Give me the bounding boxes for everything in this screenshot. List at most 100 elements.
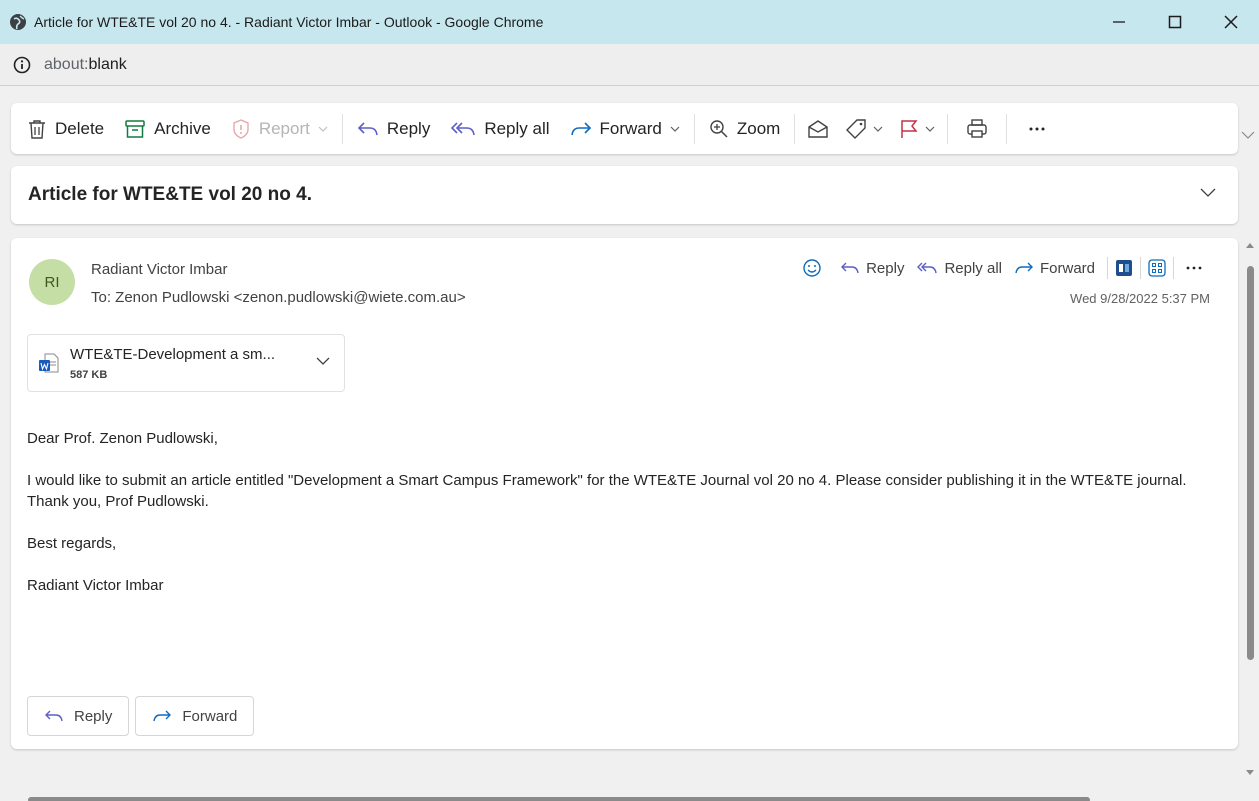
- body-paragraph: I would like to submit an article entitl…: [27, 472, 1187, 510]
- reply-icon: [841, 262, 859, 274]
- horizontal-scroll-thumb[interactable]: [28, 797, 1090, 801]
- body-closing: Best regards,: [27, 535, 117, 552]
- recipient-line[interactable]: To: Zenon Pudlowski <zenon.pudlowski@wie…: [91, 289, 466, 306]
- toolbar-divider: [794, 113, 796, 144]
- avatar[interactable]: RI: [29, 259, 75, 305]
- zoom-label: Zoom: [736, 118, 781, 138]
- more-horizontal-icon: [1186, 266, 1202, 270]
- reply-all-label: Reply all: [484, 118, 550, 138]
- archive-icon: [125, 119, 145, 138]
- attachment-name: WTE&TE-Development a sm...: [70, 346, 276, 363]
- sender-name[interactable]: Radiant Victor Imbar: [91, 261, 227, 278]
- minimize-button[interactable]: [1091, 0, 1147, 44]
- forward-label: Forward: [599, 118, 662, 138]
- more-horizontal-icon: [1029, 127, 1045, 130]
- forward-icon: [153, 710, 172, 722]
- report-button[interactable]: Report: [221, 111, 338, 147]
- tag-icon: [846, 118, 867, 139]
- trash-icon: [29, 119, 45, 139]
- message-card: RI Radiant Victor Imbar To: Zenon Pudlow…: [11, 238, 1238, 749]
- subject-header: Article for WTE&TE vol 20 no 4.: [11, 166, 1238, 224]
- scroll-down-arrow-icon[interactable]: [1246, 770, 1254, 776]
- chevron-down-icon: [318, 126, 328, 132]
- reply-all-icon: [451, 121, 476, 135]
- reply-all-icon: [917, 262, 938, 274]
- envelope-open-icon: [808, 119, 829, 138]
- footer-forward-button[interactable]: Forward: [135, 696, 255, 736]
- vertical-scrollbar[interactable]: [1245, 238, 1255, 778]
- footer-actions: Reply Forward: [27, 696, 260, 736]
- vertical-scroll-thumb[interactable]: [1247, 266, 1254, 660]
- message-actions: Reply Reply all Forward: [796, 254, 1214, 282]
- chevron-down-icon: [925, 126, 935, 132]
- attachment-card[interactable]: WTE&TE-Development a sm... 587 KB: [27, 334, 345, 392]
- chevron-down-icon[interactable]: [1241, 130, 1255, 140]
- forward-button[interactable]: Forward: [560, 111, 690, 147]
- zoom-button[interactable]: Zoom: [699, 111, 790, 147]
- subject-title: Article for WTE&TE vol 20 no 4.: [28, 184, 312, 205]
- toolbar-divider: [1006, 113, 1008, 144]
- addin-app-button[interactable]: [1114, 258, 1134, 278]
- toolbar-divider: [693, 113, 695, 144]
- message-date: Wed 9/28/2022 5:37 PM: [1070, 291, 1210, 306]
- scroll-up-arrow-icon[interactable]: [1246, 242, 1254, 248]
- url-text[interactable]: about:blank: [44, 56, 127, 74]
- chevron-down-icon[interactable]: [316, 357, 330, 366]
- chevron-down-icon: [670, 126, 680, 132]
- reply-button[interactable]: Reply: [347, 111, 440, 147]
- toolbar-divider: [341, 113, 343, 144]
- zoom-in-icon: [710, 119, 728, 138]
- footer-reply-label: Reply: [74, 707, 113, 725]
- shield-warning-icon: [233, 118, 249, 139]
- browser-title-bar: Article for WTE&TE vol 20 no 4. - Radian…: [0, 0, 1259, 44]
- window-title: Article for WTE&TE vol 20 no 4. - Radian…: [34, 14, 544, 30]
- reply-icon: [45, 710, 63, 722]
- word-document-icon: [39, 353, 59, 373]
- flag-icon: [901, 119, 918, 138]
- message-reply-button[interactable]: Reply: [834, 260, 910, 277]
- smiley-icon: [803, 259, 821, 277]
- chevron-down-icon[interactable]: [1200, 188, 1216, 198]
- address-bar[interactable]: about:blank: [0, 44, 1259, 86]
- chevron-down-icon: [873, 126, 883, 132]
- message-reply-label: Reply: [866, 259, 905, 277]
- reply-all-button[interactable]: Reply all: [440, 111, 559, 147]
- attachment-size: 587 KB: [70, 369, 108, 381]
- addin-app-icon: [1116, 260, 1132, 276]
- globe-icon: [8, 12, 28, 32]
- react-button[interactable]: [796, 258, 834, 278]
- horizontal-scrollbar[interactable]: [0, 790, 1259, 801]
- categorize-button[interactable]: [837, 111, 891, 147]
- close-window-button[interactable]: [1203, 0, 1259, 44]
- message-body: Dear Prof. Zenon Pudlowski, I would like…: [27, 428, 1227, 617]
- actions-divider: [1173, 257, 1174, 279]
- reply-label: Reply: [386, 118, 431, 138]
- body-signature: Radiant Victor Imbar: [27, 577, 164, 594]
- delete-button[interactable]: Delete: [17, 111, 114, 147]
- apps-button[interactable]: [1147, 258, 1167, 278]
- avatar-initials: RI: [44, 273, 60, 291]
- forward-icon: [570, 121, 591, 135]
- footer-reply-button[interactable]: Reply: [27, 696, 130, 736]
- flag-button[interactable]: [891, 111, 943, 147]
- message-forward-button[interactable]: Forward: [1008, 260, 1101, 277]
- footer-forward-label: Forward: [182, 707, 238, 725]
- message-reply-all-button[interactable]: Reply all: [910, 260, 1008, 277]
- archive-button[interactable]: Archive: [114, 111, 221, 147]
- more-actions-button[interactable]: [1011, 111, 1063, 147]
- archive-label: Archive: [154, 118, 211, 138]
- maximize-button[interactable]: [1147, 0, 1203, 44]
- message-more-button[interactable]: [1180, 266, 1214, 270]
- actions-divider: [1107, 257, 1108, 279]
- actions-divider: [1140, 257, 1141, 279]
- mark-read-button[interactable]: [799, 111, 837, 147]
- message-reply-all-label: Reply all: [944, 259, 1002, 277]
- printer-icon: [967, 118, 988, 138]
- delete-label: Delete: [55, 118, 105, 138]
- toolbar-divider: [947, 113, 949, 144]
- reply-icon: [357, 121, 378, 135]
- message-forward-label: Forward: [1039, 259, 1095, 277]
- info-icon[interactable]: [12, 55, 32, 75]
- report-label: Report: [258, 118, 310, 138]
- print-button[interactable]: [952, 111, 1002, 147]
